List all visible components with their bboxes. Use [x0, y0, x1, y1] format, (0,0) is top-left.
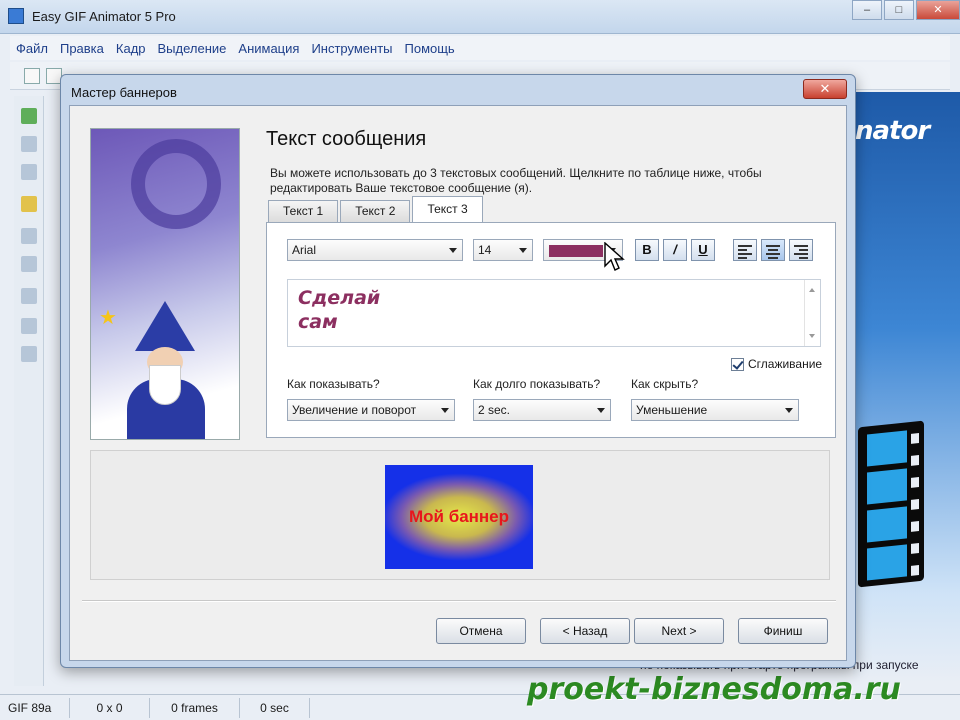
move-up-icon[interactable] [21, 228, 37, 244]
wizard-beard [149, 365, 181, 405]
chevron-down-icon [785, 408, 793, 413]
tab-text-1[interactable]: Текст 1 [268, 200, 339, 222]
underline-button[interactable]: U [691, 239, 715, 261]
delete-frame-icon[interactable] [21, 136, 37, 152]
background-banner [853, 92, 960, 682]
align-center-button[interactable] [761, 239, 785, 261]
banner-wizard-dialog: Мастер баннеров ✕ ★ Текст сообщения Вы м… [60, 74, 856, 668]
scroll-up-icon[interactable] [809, 288, 815, 292]
button-separator [82, 600, 836, 602]
status-size: 0 x 0 [70, 697, 150, 718]
align-center-icon [766, 245, 780, 259]
chevron-down-icon [449, 248, 457, 253]
show-duration-value: 2 sec. [478, 403, 511, 417]
finish-button[interactable]: Финиш [738, 618, 828, 644]
film-strip-icon [858, 420, 924, 588]
align-left-icon [738, 245, 752, 259]
message-text-area[interactable]: Сделай сам [287, 279, 821, 347]
section-description: Вы можете использовать до 3 текстовых со… [270, 166, 762, 195]
insert-image-icon[interactable] [21, 196, 37, 212]
smoothing-label: Сглаживание [748, 357, 823, 371]
menu-file[interactable]: Файл [10, 41, 54, 56]
banner-preview: Мой баннер [385, 465, 533, 569]
smoothing-checkbox[interactable] [731, 357, 744, 371]
menu-edit[interactable]: Правка [54, 41, 110, 56]
font-family-select[interactable]: Arial [287, 239, 463, 261]
menu-bar: Файл Правка Кадр Выделение Анимация Инст… [10, 36, 950, 60]
watermark: proekt-biznesdoma.ru [527, 672, 901, 707]
minimize-button[interactable]: – [852, 0, 882, 20]
show-effect-select[interactable]: Увеличение и поворот [287, 399, 455, 421]
tool-rail [14, 96, 44, 686]
crop-icon[interactable] [21, 288, 37, 304]
app-title: Easy GIF Animator 5 Pro [32, 9, 176, 24]
menu-frame[interactable]: Кадр [110, 41, 152, 56]
app-titlebar: Easy GIF Animator 5 Pro – □ ✕ [0, 0, 960, 34]
status-frames: 0 frames [150, 697, 240, 718]
app-icon [8, 8, 24, 24]
new-file-icon[interactable] [24, 68, 40, 84]
chevron-down-icon [441, 408, 449, 413]
show-duration-select[interactable]: 2 sec. [473, 399, 611, 421]
wizard-illustration: ★ [90, 128, 240, 440]
back-button[interactable]: < Назад [540, 618, 630, 644]
film-reel-icon [131, 139, 221, 229]
banner-text: Мой баннер [408, 507, 510, 526]
text-tabs: Текст 1 Текст 2 Текст 3 [268, 196, 485, 222]
show-duration-label: Как долго показывать? [473, 377, 601, 391]
text-tool-icon[interactable] [21, 346, 37, 362]
bold-button[interactable]: B [635, 239, 659, 261]
copy-frame-icon[interactable] [21, 164, 37, 180]
dialog-title: Мастер баннеров [71, 85, 177, 100]
menu-selection[interactable]: Выделение [152, 41, 233, 56]
message-text: Сделай сам [298, 287, 381, 333]
tab-text-3[interactable]: Текст 3 [412, 196, 483, 222]
status-format: GIF 89a [0, 697, 70, 718]
text-tab-panel: Arial 14 B / U Сделай сам Сглаживание Ка… [266, 222, 836, 438]
add-frame-icon[interactable] [21, 108, 37, 124]
chevron-down-icon [519, 248, 527, 253]
maximize-button[interactable]: □ [884, 0, 914, 20]
scroll-down-icon[interactable] [809, 334, 815, 338]
wizard-hat [135, 301, 195, 351]
hide-effect-select[interactable]: Уменьшение [631, 399, 799, 421]
font-size-value: 14 [478, 243, 492, 257]
font-size-select[interactable]: 14 [473, 239, 533, 261]
menu-help[interactable]: Помощь [399, 41, 461, 56]
font-family-value: Arial [292, 243, 317, 257]
cancel-button[interactable]: Отмена [436, 618, 526, 644]
align-left-button[interactable] [733, 239, 757, 261]
show-effect-value: Увеличение и поворот [292, 403, 417, 417]
align-right-button[interactable] [789, 239, 813, 261]
section-title: Текст сообщения [266, 128, 427, 150]
next-button[interactable]: Next > [634, 618, 724, 644]
status-duration: 0 sec [240, 697, 310, 718]
color-swatch [549, 245, 603, 257]
menu-animation[interactable]: Анимация [232, 41, 305, 56]
chevron-down-icon [597, 408, 605, 413]
dialog-close-button[interactable]: ✕ [803, 79, 847, 99]
banner-preview-area: Мой баннер [90, 450, 830, 580]
star-wand-icon: ★ [99, 307, 117, 329]
menu-tools[interactable]: Инструменты [305, 41, 398, 56]
window-controls: – □ ✕ [850, 0, 960, 22]
italic-button[interactable]: / [663, 239, 687, 261]
align-right-icon [794, 245, 808, 259]
hide-how-label: Как скрыть? [631, 377, 699, 391]
move-down-icon[interactable] [21, 256, 37, 272]
dialog-body: ★ Текст сообщения Вы можете использовать… [69, 105, 847, 661]
show-how-label: Как показывать? [287, 377, 380, 391]
background-logo: nator [855, 116, 930, 146]
close-app-button[interactable]: ✕ [916, 0, 960, 20]
text-scrollbar[interactable] [804, 280, 820, 346]
tool-icon[interactable] [21, 318, 37, 334]
hide-effect-value: Уменьшение [636, 403, 708, 417]
tab-text-2[interactable]: Текст 2 [340, 200, 411, 222]
smoothing-option[interactable]: Сглаживание [731, 357, 822, 371]
